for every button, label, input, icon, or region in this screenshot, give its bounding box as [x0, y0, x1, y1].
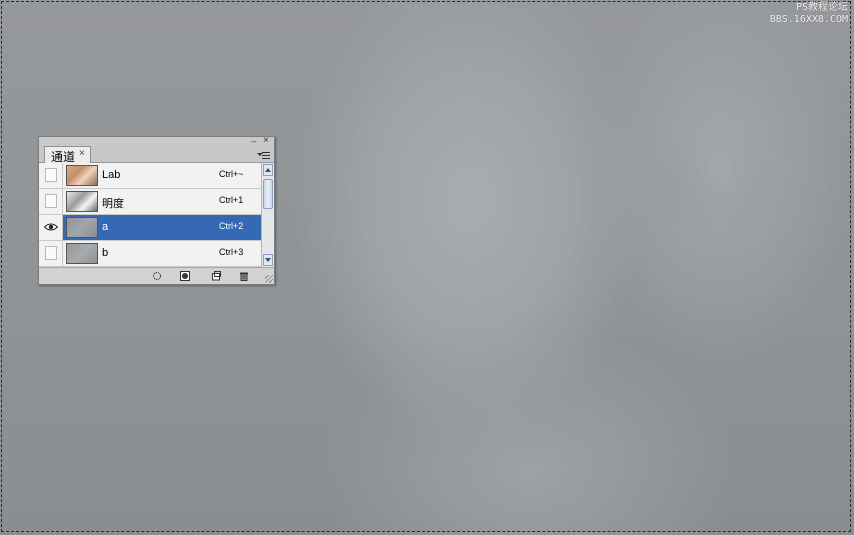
scroll-down-button[interactable]	[263, 254, 273, 266]
save-selection-icon[interactable]	[180, 271, 190, 281]
channel-list: Lab Ctrl+~ 明度 Ctrl+1 a Ctrl+2 b Ctrl+3	[39, 163, 261, 267]
channel-row[interactable]: Lab Ctrl+~	[39, 163, 261, 189]
channel-thumbnail	[66, 217, 98, 238]
channel-name: b	[102, 247, 109, 259]
scroll-up-button[interactable]	[263, 164, 273, 176]
channel-row[interactable]: b Ctrl+3	[39, 241, 261, 267]
channel-shortcut: Ctrl+~	[219, 169, 244, 179]
panel-menu-icon[interactable]	[257, 150, 271, 159]
channel-thumbnail	[66, 191, 98, 212]
channel-shortcut: Ctrl+2	[219, 221, 244, 231]
watermark-line-1: PS教程论坛	[795, 2, 848, 13]
visibility-toggle[interactable]	[39, 163, 63, 188]
new-channel-icon[interactable]	[211, 271, 221, 281]
visibility-toggle[interactable]	[39, 189, 63, 214]
channel-row[interactable]: 明度 Ctrl+1	[39, 189, 261, 215]
channel-row[interactable]: a Ctrl+2	[39, 215, 261, 241]
visibility-toggle[interactable]	[39, 241, 63, 266]
visibility-box	[45, 246, 57, 260]
visibility-box	[45, 168, 57, 182]
delete-channel-icon[interactable]	[239, 271, 249, 281]
channel-name: Lab	[102, 169, 121, 181]
channel-name: 明度	[102, 198, 124, 210]
panel-title-strip[interactable]	[39, 137, 274, 146]
panel-footer	[39, 267, 274, 284]
channel-list-scrollbar[interactable]	[261, 163, 274, 267]
scroll-thumb[interactable]	[263, 179, 273, 209]
eye-icon	[44, 223, 58, 231]
channel-shortcut: Ctrl+1	[219, 195, 244, 205]
visibility-toggle[interactable]	[39, 215, 63, 240]
channels-panel: – × 通道 × Lab Ctrl+~ 明度 Ctrl+1 a Ctrl+2 b Ctrl+3	[38, 136, 275, 285]
channel-thumbnail	[66, 243, 98, 264]
panel-close-button[interactable]: ×	[262, 136, 270, 146]
channel-name: a	[102, 221, 109, 233]
resize-grip-icon[interactable]	[265, 275, 273, 283]
panel-minimize-button[interactable]: –	[250, 137, 258, 146]
tab-close-icon[interactable]: ×	[79, 148, 85, 159]
tab-channels[interactable]: 通道 ×	[44, 146, 91, 164]
watermark-line-2: BBS.16XX8.COM	[769, 14, 848, 25]
load-selection-icon[interactable]	[152, 271, 162, 281]
visibility-box	[45, 194, 57, 208]
panel-tab-bar: 通道 ×	[39, 146, 274, 164]
channel-thumbnail	[66, 165, 98, 186]
channel-shortcut: Ctrl+3	[219, 247, 244, 257]
watermark: PS教程论坛 BBS.16XX8.COM	[770, 2, 848, 26]
